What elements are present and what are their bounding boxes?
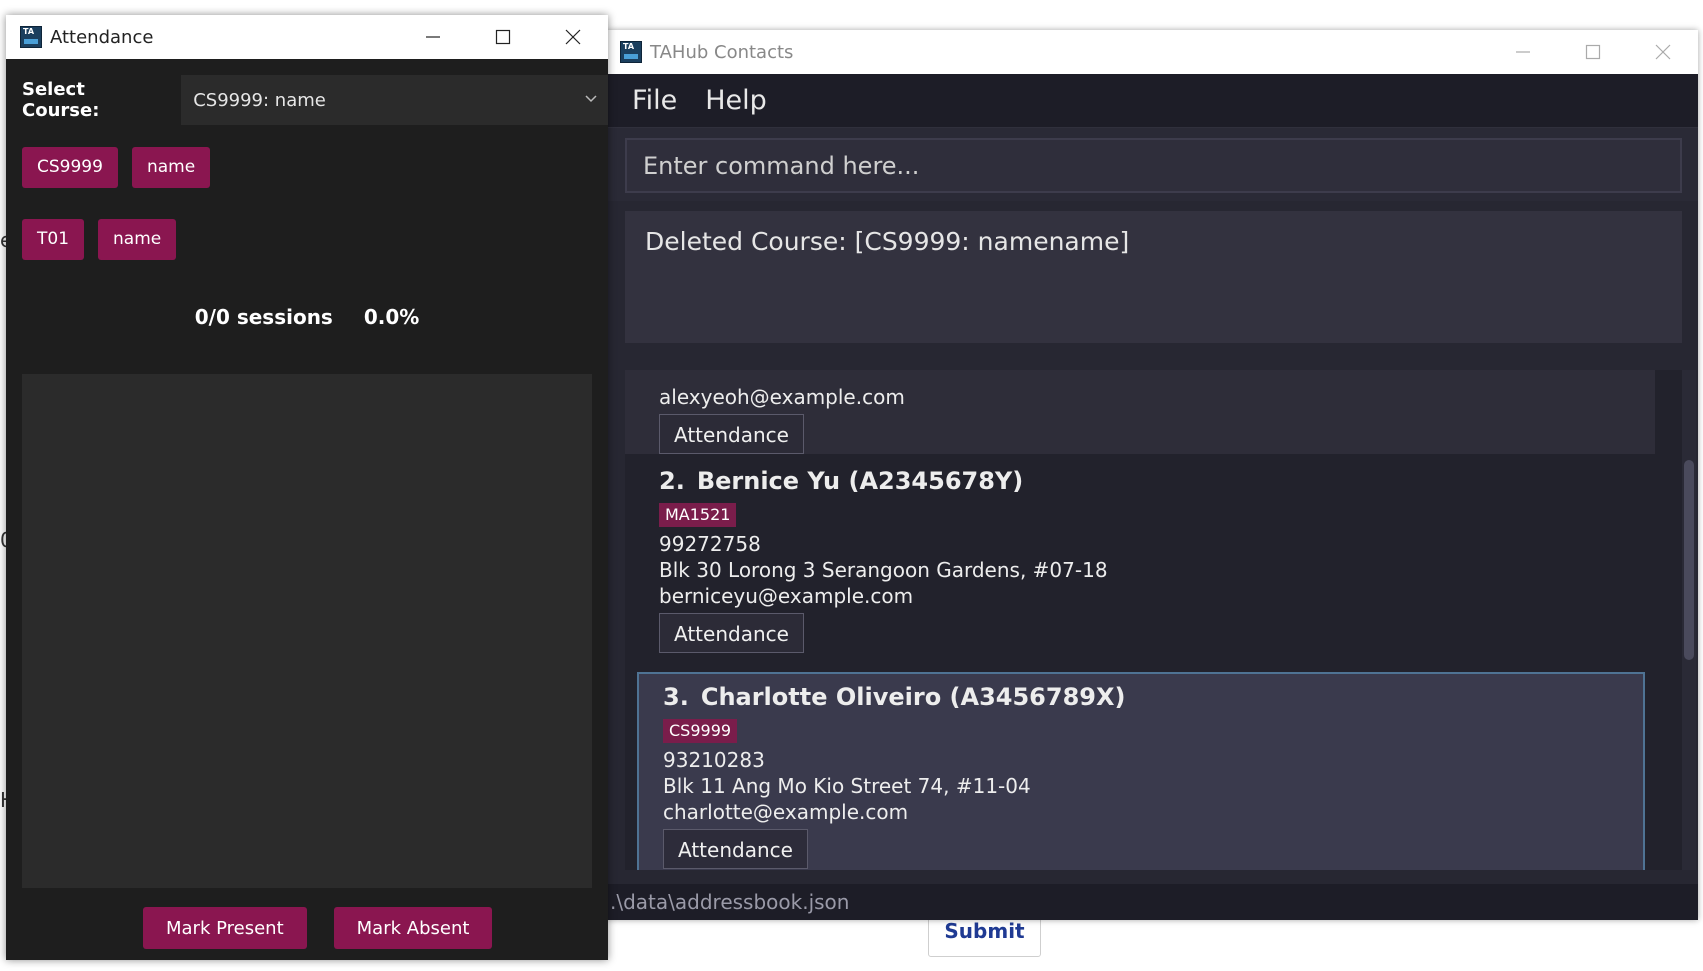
tahub-main-window: TAHub Contacts File Help Deleted Course:…: [606, 30, 1698, 920]
attendance-button[interactable]: Attendance: [663, 829, 808, 869]
course-code-pill: CS9999: [22, 147, 118, 188]
mark-absent-button[interactable]: Mark Absent: [333, 907, 493, 949]
maximize-icon: [1585, 44, 1601, 60]
person-address: Blk 11 Ang Mo Kio Street 74, #11-04: [663, 774, 1031, 798]
menu-bar: File Help: [606, 74, 1698, 128]
person-email: charlotte@example.com: [663, 800, 909, 824]
course-name-pill: name: [131, 147, 211, 188]
attendance-button[interactable]: Attendance: [659, 613, 804, 653]
person-card[interactable]: alexyeoh@example.com Attendance: [625, 370, 1655, 454]
person-name: Charlotte Oliveiro (A3456789X): [700, 683, 1126, 711]
attendance-window-title: Attendance: [50, 26, 154, 48]
minimize-icon: [426, 36, 440, 38]
person-card[interactable]: 2. Bernice Yu (A2345678Y) MA1521 9927275…: [625, 456, 1655, 668]
main-titlebar[interactable]: TAHub Contacts: [606, 30, 1698, 74]
course-select[interactable]: CS9999: name: [181, 75, 608, 125]
main-window-title: TAHub Contacts: [650, 41, 794, 63]
session-list[interactable]: [22, 374, 592, 888]
close-button[interactable]: [538, 15, 608, 59]
person-phone: 93210283: [663, 748, 765, 772]
chevron-down-icon: [585, 95, 597, 103]
status-bar-path: .\data\addressbook.json: [606, 884, 1698, 920]
attendance-button[interactable]: Attendance: [659, 414, 804, 454]
minimize-button[interactable]: [398, 15, 468, 59]
person-address: Blk 30 Lorong 3 Serangoon Gardens, #07-1…: [659, 558, 1108, 582]
person-list[interactable]: alexyeoh@example.com Attendance 2. Berni…: [625, 370, 1682, 870]
attendance-window: Attendance Select Course: CS9999: name C…: [6, 15, 608, 960]
person-phone: 99272758: [659, 532, 761, 556]
scrollbar-thumb[interactable]: [1684, 460, 1694, 660]
maximize-icon: [495, 29, 511, 45]
minimize-button[interactable]: [1488, 30, 1558, 74]
person-email: berniceyu@example.com: [659, 584, 914, 608]
menu-help[interactable]: Help: [705, 85, 767, 116]
maximize-button[interactable]: [468, 15, 538, 59]
close-icon: [1655, 44, 1671, 60]
command-input[interactable]: [625, 138, 1682, 193]
tutorial-name-pill: name: [98, 219, 177, 260]
attendance-percentage: 0.0%: [363, 305, 420, 329]
result-display: Deleted Course: [CS9999: namename]: [625, 211, 1682, 343]
person-name: Bernice Yu (A2345678Y): [696, 467, 1024, 495]
menu-file[interactable]: File: [632, 85, 677, 116]
sessions-count: 0/0 sessions: [194, 305, 333, 329]
maximize-button[interactable]: [1558, 30, 1628, 74]
select-course-label: Select Course:: [22, 79, 100, 121]
course-tag: MA1521: [659, 503, 737, 527]
person-card-selected[interactable]: 3. Charlotte Oliveiro (A3456789X) CS9999…: [637, 672, 1645, 870]
course-select-value: CS9999: name: [193, 89, 326, 111]
mark-present-button[interactable]: Mark Present: [143, 907, 307, 949]
minimize-icon: [1516, 51, 1530, 53]
close-button[interactable]: [1628, 30, 1698, 74]
person-email: alexyeoh@example.com: [659, 385, 905, 409]
close-icon: [565, 29, 581, 45]
app-icon: [20, 26, 42, 48]
course-tag: CS9999: [663, 719, 738, 743]
app-icon: [620, 41, 642, 63]
person-index: 3.: [663, 683, 689, 711]
tutorial-code-pill: T01: [22, 219, 85, 260]
list-scrollbar[interactable]: [1682, 370, 1696, 870]
attendance-titlebar[interactable]: Attendance: [6, 15, 608, 59]
person-index: 2.: [659, 467, 685, 495]
